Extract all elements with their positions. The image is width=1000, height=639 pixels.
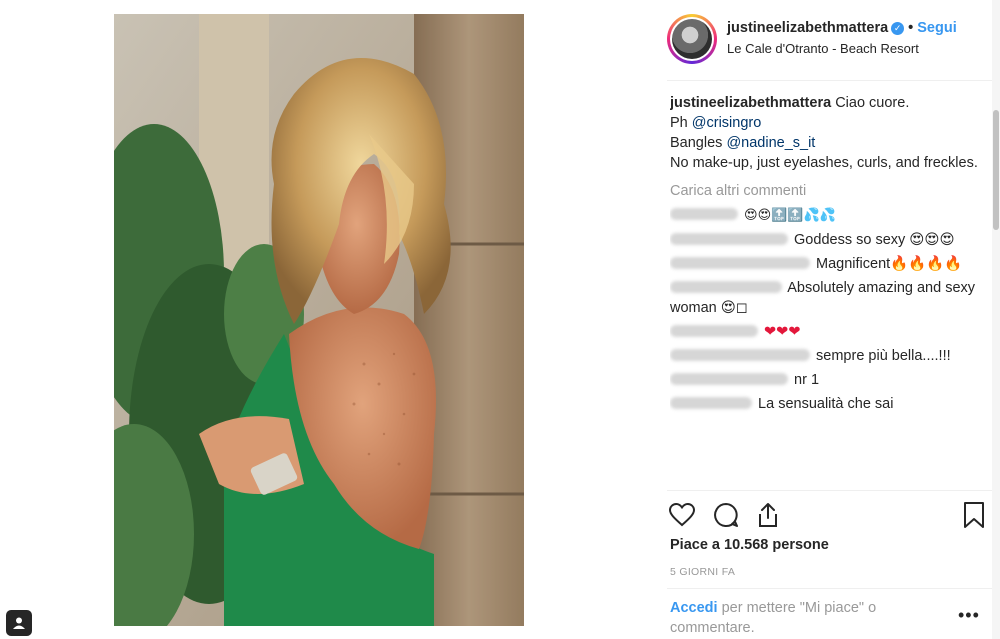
comment-item: Goddess so sexy 😍😍😍 <box>670 230 985 250</box>
follow-button[interactable]: Segui <box>917 20 956 36</box>
comment-text: ❤❤❤ <box>764 324 801 340</box>
comment-username[interactable] <box>670 233 788 245</box>
comment-text: 😍😍🔝🔝💦💦 <box>744 208 836 223</box>
comment-text: sempre più bella....!!! <box>816 348 951 364</box>
header-username-row: justineelizabethmattera ✓ • Segui <box>727 20 957 36</box>
photo-pane <box>0 0 645 639</box>
post-caption: justineelizabethmattera Ciao cuore. Ph @… <box>670 93 985 173</box>
verified-badge-icon: ✓ <box>891 22 905 35</box>
comment-username[interactable] <box>670 325 758 337</box>
caption-line2: Ph @crisingro <box>670 113 985 133</box>
comment-item: ❤❤❤ <box>670 322 985 342</box>
likes-count[interactable]: Piace a 10.568 persone <box>670 537 829 553</box>
comment-text: La sensualità che sai <box>758 396 894 412</box>
header-divider <box>667 80 992 81</box>
comment-username[interactable] <box>670 349 810 361</box>
post-side-panel: justineelizabethmattera ✓ • Segui Le Cale d… <box>655 0 1000 639</box>
more-options-icon[interactable]: ••• <box>958 605 980 626</box>
avatar[interactable] <box>667 14 717 64</box>
caption-line4: No make-up, just eyelashes, curls, and f… <box>670 155 978 171</box>
follow-separator: • <box>908 20 914 36</box>
comments-scrollbar[interactable] <box>992 0 1000 639</box>
footer-divider <box>667 588 992 589</box>
location-link[interactable]: Le Cale d'Otranto - Beach Resort <box>727 41 919 56</box>
comment-item: Magnificent🔥🔥🔥🔥 <box>670 254 985 274</box>
comment-username[interactable] <box>670 281 782 293</box>
caption-username[interactable]: justineelizabethmattera <box>670 95 831 111</box>
login-link[interactable]: Accedi <box>670 600 718 616</box>
mention-crisingro[interactable]: @crisingro <box>692 115 762 131</box>
heart-outline-icon[interactable] <box>667 500 697 530</box>
comment-item: 😍😍🔝🔝💦💦 <box>670 205 985 226</box>
login-prompt: Accedi per mettere "Mi piace" o commenta… <box>670 598 940 638</box>
post-photo[interactable] <box>114 14 524 626</box>
mention-nadine[interactable]: @nadine_s_it <box>726 135 815 151</box>
comment-text: Goddess so sexy 😍😍😍 <box>794 232 955 248</box>
comment-text: nr 1 <box>794 372 820 388</box>
person-tag-icon[interactable] <box>6 610 32 636</box>
scrollbar-thumb[interactable] <box>993 110 999 230</box>
post-photo-image <box>114 14 524 626</box>
comment-item: La sensualità che sai <box>670 394 985 414</box>
caption-line1: Ciao cuore. <box>835 95 910 111</box>
caption-line3: Bangles @nadine_s_it <box>670 133 985 153</box>
post-actions <box>667 498 992 534</box>
caption-line2-text: Ph <box>670 115 692 131</box>
comment-item: nr 1 <box>670 370 985 390</box>
comment-username[interactable] <box>670 397 752 409</box>
comment-text: Magnificent🔥🔥🔥🔥 <box>816 256 963 272</box>
share-upload-icon[interactable] <box>753 500 783 530</box>
bookmark-icon[interactable] <box>959 500 989 530</box>
comment-username[interactable] <box>670 208 738 220</box>
comment-item: Absolutely amazing and sexy woman 😍◻ <box>670 278 985 318</box>
comments-divider <box>667 490 992 491</box>
comment-item: sempre più bella....!!! <box>670 346 985 366</box>
caption-line3-text: Bangles <box>670 135 727 151</box>
comments-list[interactable]: justineelizabethmattera Ciao cuore. Ph @… <box>670 93 985 488</box>
comment-username[interactable] <box>670 373 788 385</box>
comment-bubble-icon[interactable] <box>711 500 741 530</box>
post-timestamp: 5 GIORNI FA <box>670 566 736 578</box>
post-header: justineelizabethmattera ✓ • Segui Le Cale d… <box>667 14 992 68</box>
load-more-comments-button[interactable]: Carica altri commenti <box>670 181 985 201</box>
username-link[interactable]: justineelizabethmattera <box>727 20 888 36</box>
comment-username[interactable] <box>670 257 810 269</box>
